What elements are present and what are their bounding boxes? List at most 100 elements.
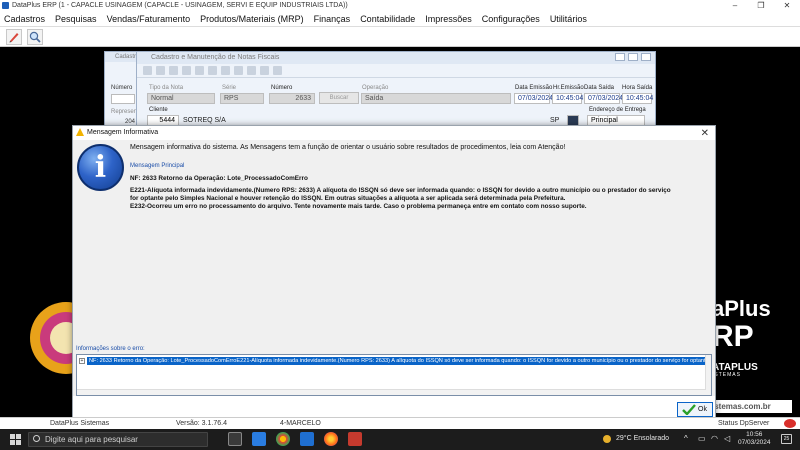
menu-vendas[interactable]: Vendas/Faturamento: [107, 14, 191, 24]
nf-close-button[interactable]: [641, 53, 651, 61]
clock[interactable]: 10:56 07/03/2024: [738, 431, 771, 447]
server-status-icon: [784, 419, 796, 428]
error-info-tree[interactable]: + NF: 2633 Retorno da Operação: Lote_Pro…: [76, 354, 712, 396]
ok-button[interactable]: Ok: [677, 402, 713, 417]
taskbar-search[interactable]: Digite aqui para pesquisar: [28, 432, 208, 447]
brand-text-4: ISTEMAS: [712, 372, 741, 378]
nf-tool-print[interactable]: [234, 66, 243, 75]
serie-select[interactable]: RPS: [220, 93, 264, 104]
message-line: NF: 2633 Retorno da Operação: Lote_Proce…: [130, 175, 308, 182]
hora-saida-field[interactable]: 10:45:04: [622, 93, 653, 104]
nf-tool-cancel[interactable]: [156, 66, 165, 75]
operacao-label: Operação: [362, 85, 389, 91]
status-bar: DataPlus Sistemas Versão: 3.1.76.4 4-MAR…: [0, 417, 800, 429]
main-message-label: Mensagem Principal: [130, 163, 185, 169]
check-icon: [682, 404, 696, 415]
task-view-icon[interactable]: [228, 432, 242, 446]
dataplus-taskbar-icon[interactable]: [348, 432, 362, 446]
nf-maximize-button[interactable]: [628, 53, 638, 61]
minimize-button[interactable]: –: [722, 0, 748, 11]
brand-text-1: aPlus: [712, 296, 771, 321]
error-info-row[interactable]: NF: 2633 Retorno da Operação: Lote_Proce…: [87, 357, 711, 365]
menu-cadastros[interactable]: Cadastros: [4, 14, 45, 24]
nf-window-controls: [615, 53, 651, 61]
nf-minimize-button[interactable]: [615, 53, 625, 61]
taskbar: Digite aqui para pesquisar 29°C Ensolara…: [0, 429, 800, 450]
notifications-icon[interactable]: 25: [781, 434, 792, 444]
info-icon: i: [77, 144, 124, 191]
clock-time: 10:56: [746, 431, 763, 438]
data-saida-label: Data Saída: [584, 85, 615, 91]
hr-emissao-field[interactable]: 10:45:04: [552, 93, 583, 104]
app-title: DataPlus ERP (1 - CAPACLE USINAGEM (CAPA…: [12, 2, 348, 9]
close-app-button[interactable]: ✕: [774, 0, 800, 11]
menu-bar: Cadastros Pesquisas Vendas/Faturamento P…: [0, 11, 800, 27]
error-info-label: Informações sobre o erro:: [76, 346, 145, 352]
menu-pesquisas[interactable]: Pesquisas: [55, 14, 97, 24]
dialog-close-button[interactable]: ✕: [701, 127, 709, 141]
nf-window: Cadastro e Manutenção de Notas Fiscais T…: [136, 51, 656, 129]
tray-chevron-icon[interactable]: ^: [684, 434, 688, 443]
menu-produtos[interactable]: Produtos/Materiais (MRP): [200, 14, 304, 24]
menu-configuracoes[interactable]: Configurações: [482, 14, 540, 24]
menu-utilitarios[interactable]: Utilitários: [550, 14, 587, 24]
message-dialog: Mensagem Informativa ✕ i Mensagem inform…: [72, 125, 716, 419]
dialog-headline: Mensagem informativa do sistema. As Mens…: [130, 144, 566, 151]
firefox-icon[interactable]: [324, 432, 338, 446]
outlook-icon[interactable]: [300, 432, 314, 446]
nf-toolbar: [137, 64, 655, 78]
nf-window-titlebar: Cadastro e Manutenção de Notas Fiscais: [137, 52, 655, 64]
background-numero-label: Número: [111, 85, 133, 91]
cliente-name: SOTREQ S/A: [183, 117, 226, 124]
nf-tool-new[interactable]: [143, 66, 152, 75]
hr-emissao-label: Hr.Emissão: [553, 85, 584, 91]
status-version: Versão: 3.1.76.4: [176, 420, 227, 427]
nf-tool-save[interactable]: [169, 66, 178, 75]
buscar-button[interactable]: Buscar: [319, 92, 359, 104]
network-icon[interactable]: ▭: [698, 434, 706, 443]
weather-icon: [603, 435, 611, 443]
windows-start-icon[interactable]: [10, 434, 21, 445]
tipo-nota-label: Tipo da Nota: [149, 85, 184, 91]
operacao-field[interactable]: Saída: [361, 93, 511, 104]
brand-text-2: RP: [712, 320, 754, 353]
data-saida-field[interactable]: 07/03/2024: [584, 93, 623, 104]
brand-site-text: istemas.com.br: [712, 402, 771, 411]
nf-tool-email[interactable]: [247, 66, 256, 75]
hora-saida-label: Hora Saída: [622, 85, 653, 91]
dialog-title: Mensagem Informativa: [87, 129, 159, 136]
tipo-nota-select[interactable]: Normal: [147, 93, 215, 104]
data-emissao-field[interactable]: 07/03/2024: [514, 93, 553, 104]
numero-field[interactable]: 2633: [269, 93, 315, 104]
endereco-label: Endereço de Entrega: [589, 107, 646, 113]
nf-tool-copy[interactable]: [195, 66, 204, 75]
store-icon[interactable]: [252, 432, 266, 446]
nf-tool-undo[interactable]: [182, 66, 191, 75]
weather-text[interactable]: 29°C Ensolarado: [616, 435, 669, 442]
pen-icon[interactable]: [6, 29, 22, 45]
nf-window-title: Cadastro e Manutenção de Notas Fiscais: [151, 54, 280, 61]
horizontal-scrollbar[interactable]: [77, 389, 706, 395]
menu-contabilidade[interactable]: Contabilidade: [360, 14, 415, 24]
background-numero-field: [111, 94, 135, 104]
chrome-icon[interactable]: [276, 432, 290, 446]
menu-impressoes[interactable]: Impressões: [425, 14, 472, 24]
uf-label: SP: [550, 117, 560, 124]
magnifier-icon[interactable]: [27, 29, 43, 45]
search-placeholder: Digite aqui para pesquisar: [45, 435, 138, 444]
maximize-button[interactable]: ❐: [748, 0, 774, 11]
expand-icon[interactable]: +: [79, 358, 85, 364]
wifi-icon[interactable]: ◠: [711, 434, 718, 443]
menu-financas[interactable]: Finanças: [314, 14, 351, 24]
main-toolbar: [0, 27, 800, 47]
nf-tool-calc[interactable]: [208, 66, 217, 75]
main-message: NF: 2633 Retorno da Operação: Lote_Proce…: [130, 175, 710, 211]
warning-icon: [76, 128, 84, 136]
volume-icon[interactable]: ◁: [724, 434, 730, 443]
dialog-body: i Mensagem informativa do sistema. As Me…: [73, 140, 715, 396]
nf-tool-export[interactable]: [273, 66, 282, 75]
status-user: 4-MARCELO: [280, 420, 321, 427]
nf-tool-delete[interactable]: [221, 66, 230, 75]
app-icon: [2, 2, 9, 9]
nf-tool-refresh[interactable]: [260, 66, 269, 75]
